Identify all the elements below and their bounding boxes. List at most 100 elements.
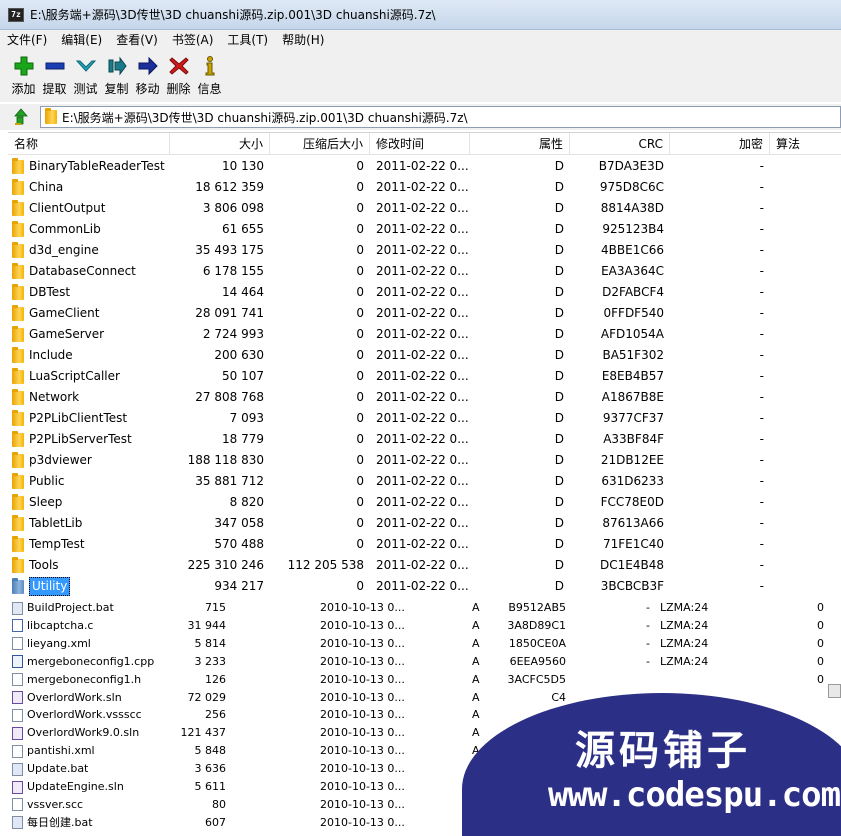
attr-cell: A [472, 618, 480, 632]
size-cell: 607 [205, 815, 226, 829]
file-icon [12, 798, 23, 812]
table-row[interactable]: China 18 612 359 0 2011-02-22 0... D 975D8C6C… [8, 177, 841, 198]
file-name: Utility [29, 577, 71, 596]
packed-cell: 0 [356, 201, 364, 215]
attr-cell: D [554, 222, 564, 236]
file-name: DatabaseConnect [29, 264, 136, 278]
encrypted-cell: - [759, 474, 764, 488]
file-name: libcaptcha.c [27, 618, 94, 632]
list-item[interactable]: lieyang.xml 5 814 2010-10-13 0... A 1850CE0A… [0, 635, 841, 653]
folder-icon [12, 577, 24, 594]
attr-cell: D [554, 558, 564, 572]
address-field[interactable]: E:\服务端+源码\3D传世\3D chuanshi源码.zip.001\3D … [40, 106, 841, 128]
table-row[interactable]: Utility 934 217 0 2011-02-22 0... D 3BCBCB3F - [8, 576, 841, 597]
col-attr[interactable]: 属性 [470, 133, 570, 155]
table-row[interactable]: GameServer 2 724 993 0 2011-02-22 0... D AFD1… [8, 324, 841, 345]
encrypted-cell: - [759, 558, 764, 572]
size-cell: 2 724 993 [202, 327, 264, 341]
table-row[interactable]: DatabaseConnect 6 178 155 0 2011-02-22 0...… [8, 261, 841, 282]
col-crc[interactable]: CRC [570, 133, 670, 155]
file-icon [12, 744, 23, 758]
table-row[interactable]: TempTest 570 488 0 2011-02-22 0... D 71FE1C40… [8, 534, 841, 555]
size-cell: 50 107 [222, 369, 264, 383]
info-button[interactable]: 信息 [194, 54, 225, 97]
add-button[interactable]: 添加 [8, 54, 39, 97]
packed-cell: 112 205 538 [287, 558, 364, 572]
packed-cell: 0 [356, 516, 364, 530]
table-row[interactable]: CommonLib 61 655 0 2011-02-22 0... D 925123B4… [8, 219, 841, 240]
col-packed[interactable]: 压缩后大小 [270, 133, 370, 155]
attr-cell: D [554, 579, 564, 593]
file-name: LuaScriptCaller [29, 369, 120, 383]
table-row[interactable]: ClientOutput 3 806 098 0 2011-02-22 0... D 88… [8, 198, 841, 219]
size-cell: 225 310 246 [187, 558, 264, 572]
table-row[interactable]: GameClient 28 091 741 0 2011-02-22 0... D 0FF… [8, 303, 841, 324]
extract-button[interactable]: 提取 [39, 54, 70, 97]
table-row[interactable]: Sleep 8 820 0 2011-02-22 0... D FCC78E0D - [8, 492, 841, 513]
col-encrypted[interactable]: 加密 [670, 133, 770, 155]
crc-cell: A1867B8E [601, 390, 664, 404]
copy-button[interactable]: 复制 [101, 54, 132, 97]
scrollbar-thumb[interactable] [828, 684, 841, 698]
table-row[interactable]: p3dviewer 188 118 830 0 2011-02-22 0... D 21D… [8, 450, 841, 471]
table-row[interactable]: d3d_engine 35 493 175 0 2011-02-22 0... D 4BB… [8, 240, 841, 261]
table-row[interactable]: Tools 225 310 246 112 205 538 2011-02-22 0.… [8, 555, 841, 576]
list-item[interactable]: mergeboneconfig1.h 126 2010-10-13 0... A 3AC… [0, 671, 841, 689]
menu-tools[interactable]: 工具(T) [220, 30, 275, 50]
file-name: ClientOutput [29, 201, 106, 215]
crc-cell: C4 [551, 690, 566, 704]
size-cell: 35 493 175 [195, 243, 264, 257]
size-cell: 256 [205, 708, 226, 722]
table-row[interactable]: P2PLibServerTest 18 779 0 2011-02-22 0... D A… [8, 429, 841, 450]
table-row[interactable]: Network 27 808 768 0 2011-02-22 0... D A1867B… [8, 387, 841, 408]
menu-bar: 文件(F) 编辑(E) 查看(V) 书签(A) 工具(T) 帮助(H) [0, 30, 841, 50]
size-cell: 121 437 [180, 726, 227, 740]
address-path: E:\服务端+源码\3D传世\3D chuanshi源码.zip.001\3D … [62, 110, 468, 125]
col-method[interactable]: 算法 [770, 133, 841, 155]
folder-icon [12, 367, 24, 384]
file-list[interactable]: 名称 大小 压缩后大小 修改时间 属性 CRC 加密 算法 BinaryTabl… [8, 132, 841, 598]
test-button[interactable]: 测试 [70, 54, 101, 97]
table-row[interactable]: Include 200 630 0 2011-02-22 0... D BA51F302 - [8, 345, 841, 366]
col-size[interactable]: 大小 [170, 133, 270, 155]
attr-cell: A [472, 726, 480, 740]
file-icon [12, 637, 23, 651]
delete-button[interactable]: 删除 [163, 54, 194, 97]
col-name[interactable]: 名称 [8, 133, 170, 155]
table-row[interactable]: LuaScriptCaller 50 107 0 2011-02-22 0... D E8… [8, 366, 841, 387]
attr-cell: A [472, 708, 480, 722]
crc-cell: A33BF84F [603, 432, 664, 446]
packed-cell: 0 [356, 264, 364, 278]
table-row[interactable]: TabletLib 347 058 0 2011-02-22 0... D 87613A6… [8, 513, 841, 534]
crc-cell: 8814A38D [600, 201, 664, 215]
menu-help[interactable]: 帮助(H) [275, 30, 331, 50]
menu-edit[interactable]: 编辑(E) [54, 30, 109, 50]
size-cell: 14 464 [222, 285, 264, 299]
menu-file[interactable]: 文件(F) [0, 30, 54, 50]
menu-bookmarks[interactable]: 书签(A) [165, 30, 221, 50]
table-row[interactable]: BinaryTableReaderTest 10 130 0 2011-02-22 0… [8, 156, 841, 177]
attr-cell: A [472, 690, 480, 704]
mtime-cell: 2011-02-22 0... [376, 264, 469, 278]
packed-cell: 0 [356, 348, 364, 362]
up-folder-button[interactable] [10, 106, 32, 128]
file-name: Tools [29, 558, 59, 572]
folder-icon [12, 241, 24, 258]
table-row[interactable]: P2PLibClientTest 7 093 0 2011-02-22 0... D 93… [8, 408, 841, 429]
list-item[interactable]: BuildProject.bat 715 2010-10-13 0... A B9512… [0, 599, 841, 617]
table-row[interactable]: DBTest 14 464 0 2011-02-22 0... D D2FABCF4 - [8, 282, 841, 303]
table-row[interactable]: Public 35 881 712 0 2011-02-22 0... D 631D623… [8, 471, 841, 492]
extract-label: 提取 [42, 82, 67, 96]
menu-view[interactable]: 查看(V) [109, 30, 165, 50]
method-cell: LZMA:24 [660, 618, 709, 632]
move-button[interactable]: 移动 [132, 54, 163, 97]
attr-cell: D [554, 159, 564, 173]
copy-label: 复制 [104, 82, 129, 96]
move-icon [136, 54, 160, 78]
size-cell: 570 488 [214, 537, 264, 551]
list-item[interactable]: libcaptcha.c 31 944 2010-10-13 0... A 3A8D89… [0, 617, 841, 635]
list-item[interactable]: mergeboneconfig1.cpp 3 233 2010-10-13 0...… [0, 653, 841, 671]
method-cell: LZMA:24 [660, 636, 709, 650]
copy-icon [105, 54, 129, 78]
col-mtime[interactable]: 修改时间 [370, 133, 470, 155]
